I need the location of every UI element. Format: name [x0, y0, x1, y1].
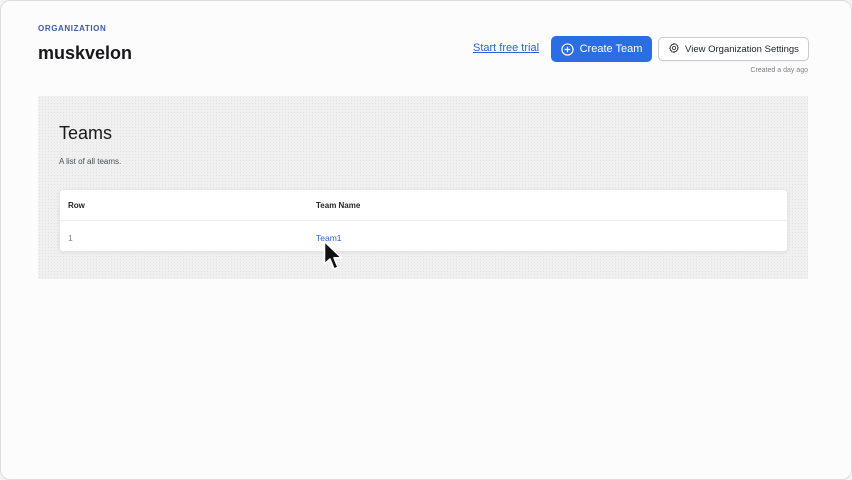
organization-name: muskvelon [38, 43, 133, 63]
mouse-pointer-icon [323, 240, 345, 279]
plus-circle-icon [560, 42, 574, 56]
table-cell-row: 1 [68, 233, 73, 243]
teams-table: Row Team Name 1 Team1 [59, 189, 788, 252]
teams-panel: Teams A list of all teams. Row Team Name… [38, 96, 808, 279]
column-header-row: Row [68, 201, 85, 210]
create-team-button[interactable]: Create Team [551, 36, 652, 62]
settings-button-label: View Organization Settings [685, 43, 799, 55]
section-label: ORGANIZATION [38, 24, 107, 33]
teams-description: A list of all teams. [59, 157, 122, 166]
gear-icon [668, 42, 680, 57]
create-team-label: Create Team [579, 43, 643, 55]
table-divider [60, 220, 787, 221]
created-timestamp: Created a day ago [750, 67, 808, 74]
column-header-team-name: Team Name [316, 201, 361, 210]
teams-heading: Teams [59, 123, 113, 143]
view-organization-settings-button[interactable]: View Organization Settings [658, 37, 809, 61]
app-window: ORGANIZATION muskvelon Start free trial … [0, 0, 852, 480]
start-free-trial-link[interactable]: Start free trial [473, 42, 539, 54]
